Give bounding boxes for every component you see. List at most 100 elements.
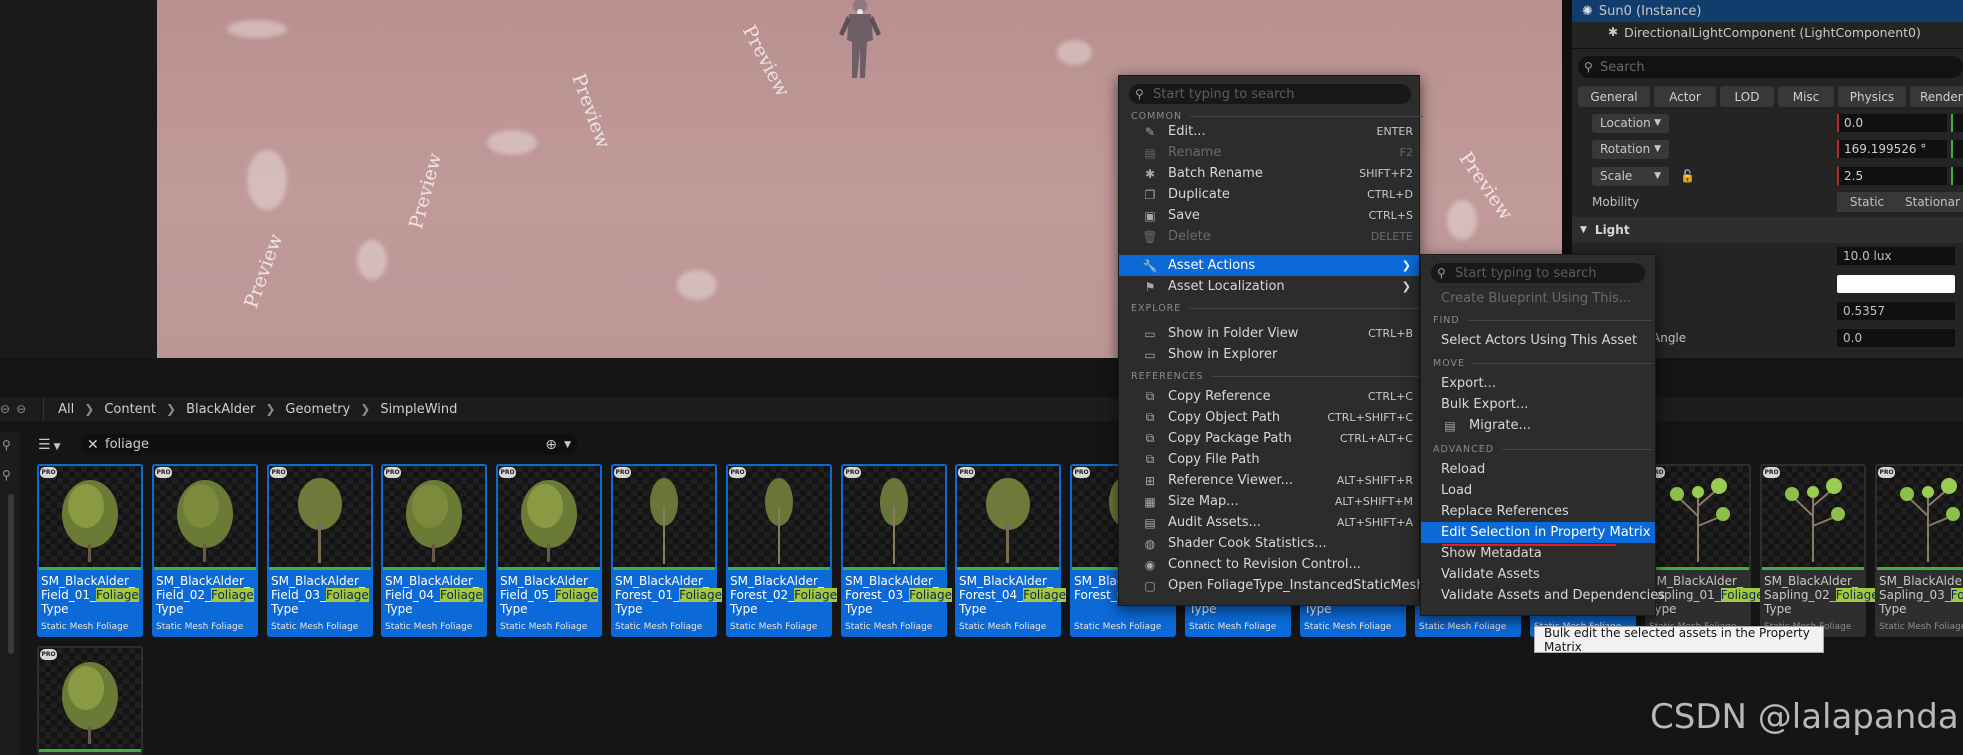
clear-search-icon[interactable]: ✕ bbox=[87, 437, 99, 453]
menu-item-show-in-explorer[interactable]: ▭ Show in Explorer bbox=[1119, 344, 1419, 365]
asset-tile[interactable]: PRO SM_BlackAlder_ Field_04_Foliage Type Sta… bbox=[381, 464, 487, 637]
location-y-field[interactable] bbox=[1951, 114, 1963, 132]
scrollbar[interactable] bbox=[8, 494, 14, 654]
history-back-icon[interactable]: ⊖ bbox=[0, 402, 10, 416]
menu-item-migrate[interactable]: ▤ Migrate... bbox=[1421, 415, 1655, 436]
rotation-y-field[interactable] bbox=[1951, 140, 1963, 158]
asset-tile[interactable]: PROSM_BlackAlder_Sapling_01_FoliageTypeS… bbox=[1645, 464, 1764, 637]
tab-lod[interactable]: LOD bbox=[1720, 86, 1774, 107]
search-icon[interactable]: ⚲ bbox=[2, 468, 11, 482]
section-move: MOVE bbox=[1433, 358, 1654, 369]
crumb-blackalder[interactable]: BlackAlder bbox=[186, 402, 255, 417]
asset-tile[interactable]: PRO SM_BlackAlder_ Forest_03_Foliage Type St… bbox=[841, 464, 952, 637]
menu-item-validate-assets[interactable]: Validate Assets bbox=[1421, 564, 1655, 585]
menu-item-rename[interactable]: ▤ Rename F2 bbox=[1119, 142, 1419, 163]
menu-item-asset-actions[interactable]: 🔧 Asset Actions ❯ bbox=[1119, 255, 1419, 276]
intensity-field[interactable]: 10.0 lux bbox=[1837, 247, 1955, 265]
location-x-field[interactable]: 0.0 bbox=[1837, 114, 1947, 132]
asset-tile[interactable]: PROSM_BlackAlder_Sapling_03_FoliageTypeS… bbox=[1875, 464, 1963, 637]
chevron-down-icon[interactable]: ▼ bbox=[564, 440, 571, 450]
menu-item-create-blueprint[interactable]: Create Blueprint Using This... bbox=[1421, 288, 1655, 309]
rotation-x-field[interactable]: 169.199526 ° bbox=[1837, 140, 1947, 158]
history-forward-icon[interactable]: ⊖ bbox=[16, 402, 26, 416]
asset-tile[interactable]: PRO SM_BlackAlder_ Field_02_Foliage Type Sta… bbox=[152, 464, 258, 637]
menu-item-copy-package-path[interactable]: ⧉ Copy Package Path CTRL+ALT+C bbox=[1119, 428, 1419, 449]
menu-item-edit[interactable]: ✎ Edit... ENTER bbox=[1119, 121, 1419, 142]
asset-tile[interactable]: PRO SM_BlackAlder_ Forest_02_Foliage Type St… bbox=[726, 464, 837, 637]
tree-item-light-component[interactable]: ✱ DirectionalLightComponent (LightCompon… bbox=[1572, 21, 1963, 43]
crumb-simplewind[interactable]: SimpleWind bbox=[380, 402, 457, 417]
menu-item-asset-localization[interactable]: ⚑ Asset Localization ❯ bbox=[1119, 276, 1419, 297]
asset-tile[interactable]: PRO SM_BlackAlder_ Forest_01_Foliage Type St… bbox=[611, 464, 722, 637]
light-section-header[interactable]: ▼ Light bbox=[1572, 217, 1963, 243]
menu-item-delete[interactable]: 🗑 Delete DELETE bbox=[1119, 226, 1419, 247]
mobility-static[interactable]: Static bbox=[1837, 195, 1897, 209]
asset-tile[interactable]: PRO SM_BlackAlder_ Forest_04_Foliage Type St… bbox=[955, 464, 1066, 637]
crumb-content[interactable]: Content bbox=[104, 402, 156, 417]
tab-rendering[interactable]: Renderi bbox=[1910, 86, 1963, 107]
tab-actor[interactable]: Actor bbox=[1654, 86, 1716, 107]
tree-item-label: Sun0 (Instance) bbox=[1598, 3, 1702, 19]
character-mannequin[interactable] bbox=[827, 0, 893, 80]
chevron-right-icon[interactable]: ❯ bbox=[84, 402, 94, 416]
menu-item-edit-selection-in-property-matrix[interactable]: Edit Selection in Property Matrix bbox=[1421, 522, 1655, 543]
menu-item-size-map[interactable]: ▦ Size Map... ALT+SHIFT+M bbox=[1119, 491, 1419, 512]
tab-physics[interactable]: Physics bbox=[1838, 86, 1906, 107]
asset-search-input[interactable]: ✕ foliage ⊕ ▼ bbox=[81, 434, 577, 455]
scale-x-field[interactable]: 2.5 bbox=[1837, 167, 1947, 185]
asset-name: SM_BlackAlder_ Forest_03_Foliage Type bbox=[845, 574, 952, 616]
menu-item-open-foliagetype-instancedstaticmesh-h[interactable]: ▢ Open FoliageType_InstancedStaticMesh.h bbox=[1119, 575, 1437, 596]
menu-item-export[interactable]: Export... bbox=[1421, 373, 1655, 394]
search-icon[interactable]: ⚲ bbox=[2, 438, 11, 452]
light-color-swatch[interactable] bbox=[1837, 275, 1955, 293]
menu-item-validate-assets-and-dependencies[interactable]: Validate Assets and Dependencies bbox=[1421, 585, 1665, 606]
menu-item-load[interactable]: Load bbox=[1421, 480, 1655, 501]
rotation-dropdown[interactable]: Rotation ▼ bbox=[1592, 139, 1669, 159]
asset-tile[interactable]: PRO SM_BlackAlder_Sapling_02_Foliage TypeS… bbox=[1760, 464, 1879, 637]
tab-misc[interactable]: Misc bbox=[1778, 86, 1834, 107]
menu-item-audit-assets[interactable]: ▤ Audit Assets... ALT+SHIFT+A bbox=[1119, 512, 1419, 533]
context-menu-search-input[interactable]: ⚲ Start typing to search bbox=[1129, 84, 1411, 104]
asset-name-line3: Type bbox=[271, 602, 299, 616]
menu-item-shader-cook-statistics[interactable]: ◍ Shader Cook Statistics... bbox=[1119, 533, 1419, 554]
crumb-geometry[interactable]: Geometry bbox=[285, 402, 350, 417]
crumb-all[interactable]: All bbox=[58, 402, 74, 417]
menu-item-show-in-folder-view[interactable]: ▭ Show in Folder View CTRL+B bbox=[1119, 323, 1419, 344]
path-breadcrumb: ⊖ ⊖ All ❯ Content ❯ BlackAlder ❯ Geometr… bbox=[0, 397, 1963, 421]
viewport-watermark: Preview bbox=[240, 230, 288, 312]
mobility-stationary[interactable]: Stationar bbox=[1897, 195, 1960, 209]
menu-item-copy-file-path[interactable]: ⧉ Copy File Path bbox=[1119, 449, 1419, 470]
asset-thumbnail bbox=[383, 466, 485, 568]
lock-icon[interactable]: 🔓 bbox=[1680, 169, 1695, 183]
menu-item-duplicate[interactable]: ❐ Duplicate CTRL+D bbox=[1119, 184, 1419, 205]
menu-item-reload[interactable]: Reload bbox=[1421, 459, 1655, 480]
submenu-search-input[interactable]: ⚲ Start typing to search bbox=[1431, 263, 1645, 283]
asset-tile[interactable]: PRO SM_BlackAlder_ Field_01_Foliage Type Sta… bbox=[37, 464, 143, 637]
menu-item-reference-viewer[interactable]: ⊞ Reference Viewer... ALT+SHIFT+R bbox=[1119, 470, 1419, 491]
menu-item-copy-object-path[interactable]: ⧉ Copy Object Path CTRL+SHIFT+C bbox=[1119, 407, 1419, 428]
tree-item-sun[interactable]: ✺ Sun0 (Instance) bbox=[1572, 0, 1963, 22]
menu-item-show-metadata[interactable]: Show Metadata bbox=[1421, 543, 1655, 564]
asset-tile[interactable]: PRO bbox=[37, 646, 143, 755]
light-value-field[interactable]: 0.5357 bbox=[1837, 302, 1955, 320]
scale-y-field[interactable] bbox=[1951, 167, 1963, 185]
menu-item-replace-references[interactable]: Replace References bbox=[1421, 501, 1655, 522]
asset-tile[interactable]: PRO SM_BlackAlder_ Field_05_Foliage Type Sta… bbox=[496, 464, 602, 637]
menu-item-save[interactable]: ▣ Save CTRL+S bbox=[1119, 205, 1419, 226]
angle-field[interactable]: 0.0 bbox=[1837, 329, 1955, 347]
chevron-right-icon[interactable]: ❯ bbox=[360, 402, 370, 416]
add-filter-icon[interactable]: ⊕ bbox=[545, 437, 557, 453]
menu-item-copy-reference[interactable]: ⧉ Copy Reference CTRL+C bbox=[1119, 386, 1419, 407]
filter-toggle-button[interactable]: ☰ ▼ bbox=[38, 437, 60, 453]
asset-tile[interactable]: PRO SM_BlackAlder_ Field_03_Foliage Type Sta… bbox=[267, 464, 373, 637]
chevron-right-icon[interactable]: ❯ bbox=[166, 402, 176, 416]
chevron-right-icon[interactable]: ❯ bbox=[265, 402, 275, 416]
details-search-input[interactable]: ⚲ Search bbox=[1578, 56, 1963, 78]
scale-dropdown[interactable]: Scale ▼ bbox=[1592, 166, 1669, 186]
menu-item-select-actors-using-this-asset[interactable]: Select Actors Using This Asset bbox=[1421, 330, 1655, 351]
menu-item-batch-rename[interactable]: ✱ Batch Rename SHIFT+F2 bbox=[1119, 163, 1419, 184]
location-dropdown[interactable]: Location ▼ bbox=[1592, 113, 1669, 133]
tab-general[interactable]: General bbox=[1578, 86, 1650, 107]
menu-item-connect-to-revision-control[interactable]: ◉ Connect to Revision Control... bbox=[1119, 554, 1419, 575]
menu-item-bulk-export[interactable]: Bulk Export... bbox=[1421, 394, 1655, 415]
